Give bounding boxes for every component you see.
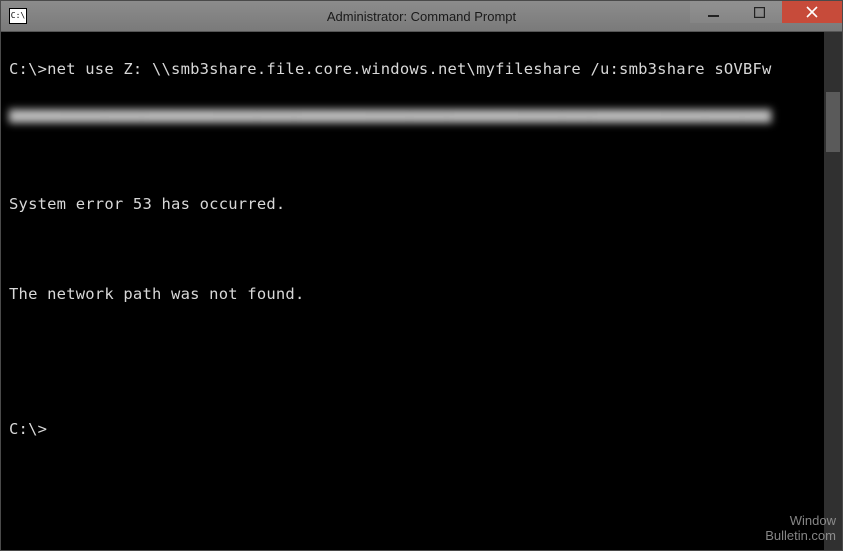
minimize-button[interactable] <box>690 1 736 23</box>
terminal-line: C:\>net use Z: \\smb3share.file.core.win… <box>9 58 836 80</box>
maximize-button[interactable] <box>736 1 782 23</box>
titlebar[interactable]: C:\ Administrator: Command Prompt <box>1 1 842 32</box>
command-text: net use Z: \\smb3share.file.core.windows… <box>47 60 771 78</box>
obscured-text: ▆▆▆▆▆▆▆▆▆▆▆▆▆▆▆▆▆▆▆▆▆▆▆▆▆▆▆▆▆▆▆▆▆▆▆▆▆▆▆▆… <box>9 103 772 125</box>
terminal-error-line: The network path was not found. <box>9 283 836 305</box>
cmd-icon-glyph: C:\ <box>11 12 25 20</box>
scrollbar[interactable] <box>824 32 842 550</box>
close-button[interactable] <box>782 1 842 23</box>
terminal-line-obscured: ▆▆▆▆▆▆▆▆▆▆▆▆▆▆▆▆▆▆▆▆▆▆▆▆▆▆▆▆▆▆▆▆▆▆▆▆▆▆▆▆… <box>9 103 836 125</box>
maximize-icon <box>754 7 765 18</box>
window-controls <box>690 1 842 23</box>
close-icon <box>806 6 818 18</box>
terminal-blank <box>9 238 836 260</box>
command-prompt-window: C:\ Administrator: Command Prompt <box>0 0 843 551</box>
terminal-error-line: System error 53 has occurred. <box>9 193 836 215</box>
terminal-blank <box>9 373 836 395</box>
cmd-icon: C:\ <box>9 8 27 24</box>
terminal-output[interactable]: C:\>net use Z: \\smb3share.file.core.win… <box>1 32 842 550</box>
prompt: C:\> <box>9 60 47 78</box>
terminal-blank <box>9 148 836 170</box>
scrollbar-thumb[interactable] <box>826 92 840 152</box>
minimize-icon <box>708 7 719 18</box>
terminal-prompt-line: C:\> <box>9 418 836 440</box>
terminal-blank <box>9 328 836 350</box>
